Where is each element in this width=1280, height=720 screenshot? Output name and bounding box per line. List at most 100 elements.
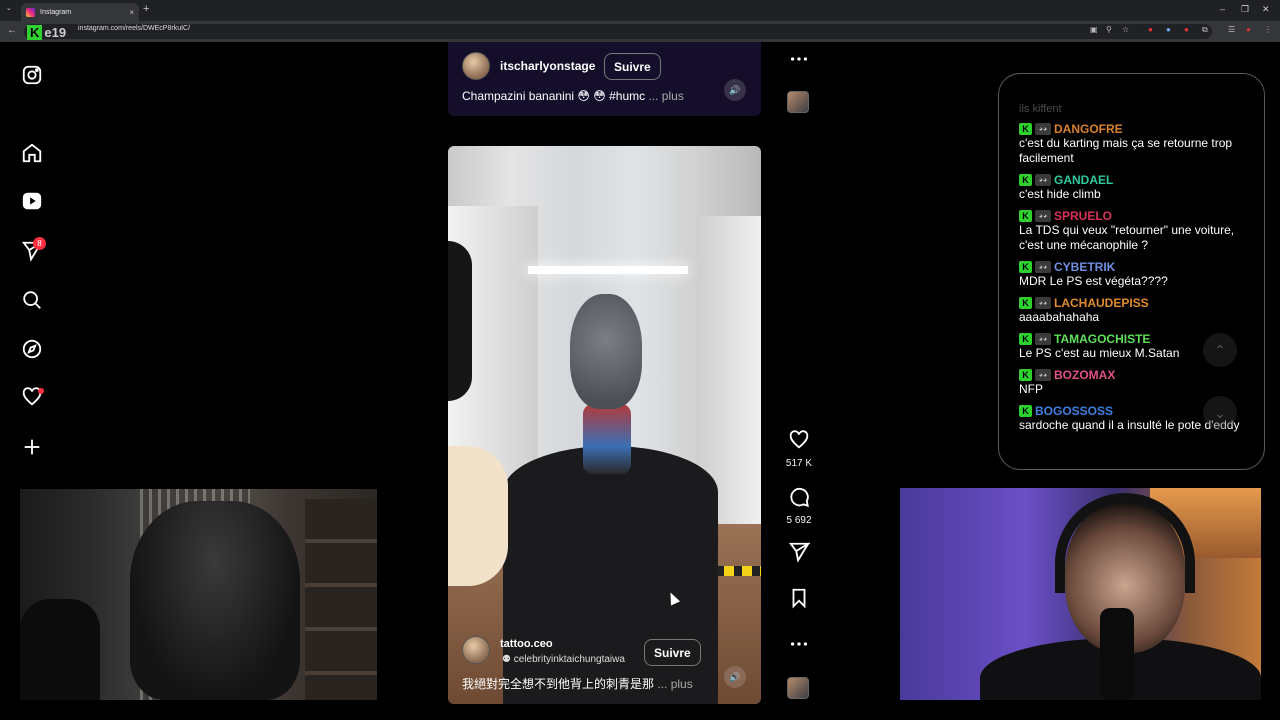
audio-mute-icon[interactable]: 🔊 bbox=[724, 79, 746, 101]
next-reel-chevron-down-icon[interactable]: ⌄ bbox=[1203, 396, 1237, 430]
reel-audio-source[interactable]: ⚉ celebrityinktaichungtaiwa bbox=[502, 654, 625, 665]
search-icon[interactable] bbox=[21, 289, 43, 311]
extension-icon[interactable]: ● bbox=[1184, 25, 1189, 34]
reel-username[interactable]: itscharlyonstage bbox=[500, 59, 595, 73]
kick-badge-icon: K bbox=[1019, 369, 1032, 381]
follow-button[interactable]: Suivre bbox=[644, 639, 701, 666]
kick-badge-icon: K bbox=[1019, 123, 1032, 135]
tab-search-icon[interactable]: ⌄ bbox=[6, 4, 12, 12]
profile-avatar-icon[interactable]: ● bbox=[1246, 25, 1251, 34]
install-icon[interactable]: ▣ bbox=[1090, 25, 1098, 34]
url-field[interactable] bbox=[24, 24, 1212, 39]
chat-text: NFP bbox=[1019, 382, 1043, 396]
audio-mute-icon[interactable]: 🔊 bbox=[724, 666, 746, 688]
chat-username[interactable]: BOGOSSOSS bbox=[1035, 404, 1113, 418]
comment-button[interactable]: 5 692 bbox=[784, 486, 814, 526]
bookmark-icon bbox=[792, 588, 806, 609]
kick-badge-icon: K bbox=[1019, 261, 1032, 273]
subscriber-badge-icon: ◕◕ bbox=[1035, 333, 1051, 345]
follow-button[interactable]: Suivre bbox=[604, 53, 661, 80]
original-audio-thumbnail[interactable] bbox=[787, 91, 809, 113]
more-options-icon[interactable] bbox=[784, 633, 814, 660]
chat-username[interactable]: DANGOFRE bbox=[1054, 122, 1123, 136]
chat-message: K ◕◕ GANDAEL c'est hide climb bbox=[1019, 173, 1244, 202]
extension-icon[interactable]: ● bbox=[1166, 25, 1171, 34]
reel-video[interactable] bbox=[448, 146, 761, 704]
minimize-icon[interactable]: – bbox=[1220, 4, 1225, 14]
tab-title: Instagram bbox=[40, 8, 72, 16]
subscriber-badge-icon: ◕◕ bbox=[1035, 261, 1051, 273]
kick-badge-icon: K bbox=[1019, 210, 1032, 222]
chat-message: K ◕◕ SPRUELO La TDS qui veux "retourner" u… bbox=[1019, 209, 1244, 253]
chat-username[interactable]: TAMAGOCHISTE bbox=[1054, 332, 1150, 346]
like-count: 517 K bbox=[785, 458, 813, 469]
more-link[interactable]: ... plus bbox=[648, 89, 683, 103]
chat-username[interactable]: BOZOMAX bbox=[1054, 368, 1115, 382]
chat-message: K ◕◕ LACHAUDEPISS aaaabahahaha bbox=[1019, 296, 1244, 325]
like-button[interactable]: 517 K bbox=[784, 429, 814, 469]
kick-badge-icon: K bbox=[1019, 333, 1032, 345]
instagram-logo-icon[interactable] bbox=[21, 64, 43, 86]
url-text[interactable]: instagram.com/reels/DWEcP8rkuIC/ bbox=[78, 25, 190, 32]
subscriber-badge-icon: ◕◕ bbox=[1035, 210, 1051, 222]
notification-badge: 8 bbox=[33, 237, 46, 250]
maximize-icon[interactable]: ❐ bbox=[1241, 4, 1249, 15]
sidebar-toggle-icon[interactable]: ☰ bbox=[1228, 25, 1235, 34]
browser-address-bar: ← instagram.com/reels/DWEcP8rkuIC/ bbox=[0, 21, 1280, 42]
previous-reel-chevron-up-icon[interactable]: ⌃ bbox=[1203, 333, 1237, 367]
reel-caption[interactable]: 我絕對完全想不到他背上的刺青是那 ... plus bbox=[462, 675, 693, 692]
kick-overlay-logo: K e19 bbox=[27, 22, 75, 42]
share-button[interactable] bbox=[784, 541, 814, 568]
explore-compass-icon[interactable] bbox=[21, 338, 43, 360]
person-icon: ⚉ bbox=[502, 654, 514, 665]
room-camera-feed bbox=[20, 489, 377, 700]
instagram-favicon-icon bbox=[26, 7, 35, 17]
back-button[interactable]: ← bbox=[7, 25, 17, 36]
reel-caption[interactable]: Champazini bananini 😳 😳 #humc ... plus bbox=[462, 89, 684, 103]
browser-tab-instagram[interactable]: Instagram × bbox=[21, 3, 139, 21]
chat-username[interactable]: SPRUELO bbox=[1054, 209, 1112, 223]
reel-username[interactable]: tattoo.ceo bbox=[500, 638, 553, 650]
tab-close-icon[interactable]: × bbox=[129, 8, 134, 17]
kick-badge-icon: K bbox=[1019, 297, 1032, 309]
chat-message: K ◕◕ BOZOMAX NFP bbox=[1019, 368, 1244, 397]
heart-icon bbox=[789, 430, 809, 449]
reel-card-previous[interactable] bbox=[448, 42, 761, 116]
avatar[interactable] bbox=[462, 52, 490, 80]
kick-badge-icon: K bbox=[1019, 405, 1032, 417]
zoom-icon[interactable]: ⚲ bbox=[1106, 25, 1112, 34]
extensions-puzzle-icon[interactable]: ⧉ bbox=[1202, 25, 1208, 35]
chat-text: La TDS qui veux "retourner" une voiture,… bbox=[1019, 223, 1235, 252]
chat-username[interactable]: CYBETRIK bbox=[1054, 260, 1115, 274]
subscriber-badge-icon: ◕◕ bbox=[1035, 123, 1051, 135]
original-audio-thumbnail[interactable] bbox=[787, 677, 809, 699]
subscriber-badge-icon: ◕◕ bbox=[1035, 174, 1051, 186]
avatar[interactable] bbox=[462, 636, 490, 664]
chat-text: MDR Le PS est végéta???? bbox=[1019, 274, 1168, 288]
chat-text: c'est hide climb bbox=[1019, 187, 1101, 201]
share-icon bbox=[788, 542, 812, 563]
more-link[interactable]: ... plus bbox=[657, 677, 692, 691]
chat-message: K ◕◕ CYBETRIK MDR Le PS est végéta???? bbox=[1019, 260, 1244, 289]
bookmark-star-icon[interactable]: ☆ bbox=[1122, 25, 1129, 34]
chat-text: aaaabahahaha bbox=[1019, 310, 1100, 324]
browser-menu-icon[interactable]: ⋮ bbox=[1264, 25, 1272, 34]
save-button[interactable] bbox=[784, 587, 814, 614]
comment-icon bbox=[790, 487, 809, 508]
create-plus-icon[interactable] bbox=[21, 436, 43, 458]
chat-text: c'est du karting mais ça se retourne tro… bbox=[1019, 136, 1233, 165]
home-icon[interactable] bbox=[21, 142, 43, 164]
chat-faded-message: ils kiffent bbox=[1019, 103, 1062, 115]
kick-badge-icon: K bbox=[1019, 174, 1032, 186]
more-options-icon[interactable] bbox=[784, 48, 814, 75]
chat-message: K ◕◕ DANGOFRE c'est du karting mais ça se … bbox=[1019, 122, 1244, 166]
chat-username[interactable]: GANDAEL bbox=[1054, 173, 1113, 187]
subscriber-badge-icon: ◕◕ bbox=[1035, 369, 1051, 381]
new-tab-button[interactable]: + bbox=[143, 3, 149, 15]
extension-icon[interactable]: ● bbox=[1148, 25, 1153, 34]
subscriber-badge-icon: ◕◕ bbox=[1035, 297, 1051, 309]
close-window-icon[interactable]: ✕ bbox=[1262, 4, 1270, 15]
comment-count: 5 692 bbox=[786, 515, 812, 526]
reels-icon[interactable] bbox=[21, 190, 43, 212]
chat-username[interactable]: LACHAUDEPISS bbox=[1054, 296, 1149, 310]
